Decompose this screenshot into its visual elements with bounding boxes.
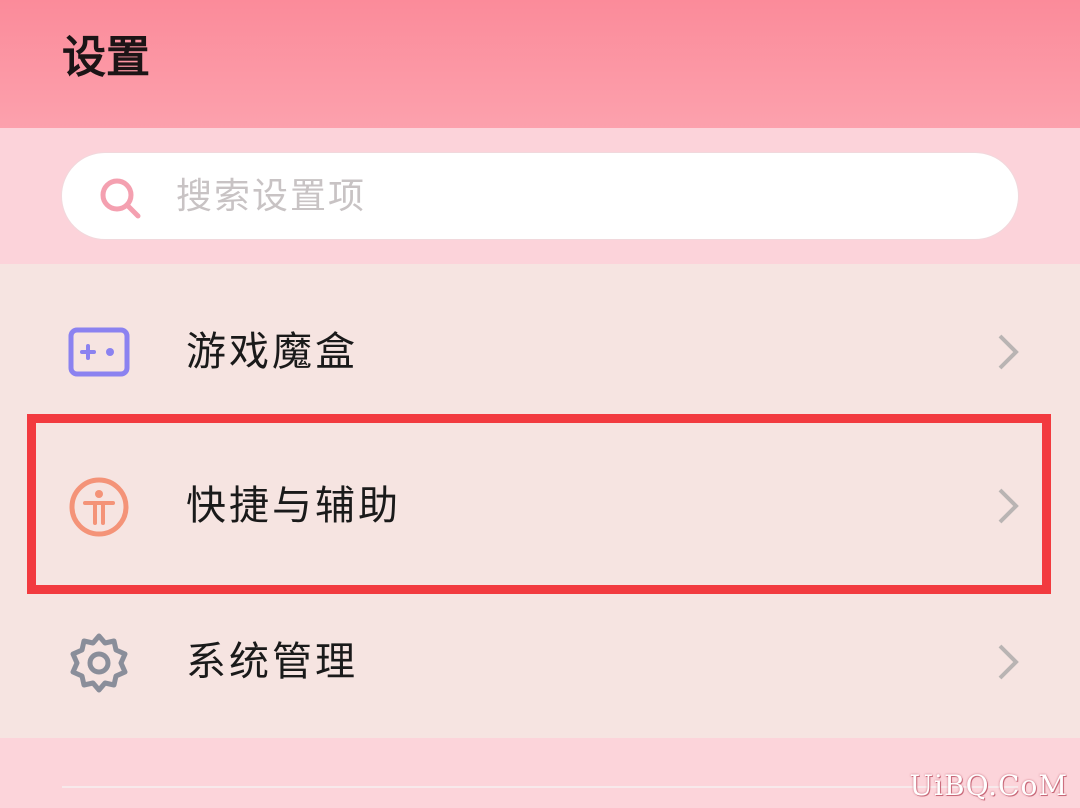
list-item-game-box[interactable]: 游戏魔盒 xyxy=(0,274,1080,430)
list-item-label: 系统管理 xyxy=(186,639,358,685)
search-input[interactable]: 搜索设置项 xyxy=(61,152,1019,240)
divider xyxy=(62,786,1018,788)
watermark: UiBQ.CoM xyxy=(909,769,1068,802)
gear-icon xyxy=(70,633,128,693)
list-item-label: 游戏魔盒 xyxy=(186,329,358,375)
chevron-right-icon xyxy=(998,644,1019,680)
list-item-system-management[interactable]: 系统管理 xyxy=(0,586,1080,742)
game-box-icon xyxy=(68,327,130,377)
page-title: 设置 xyxy=(62,32,150,83)
highlight-annotation-box xyxy=(27,414,1051,594)
chevron-right-icon xyxy=(998,334,1019,370)
title-bar: 设置 xyxy=(0,0,1080,128)
search-icon xyxy=(100,178,141,219)
search-placeholder: 搜索设置项 xyxy=(176,176,367,217)
